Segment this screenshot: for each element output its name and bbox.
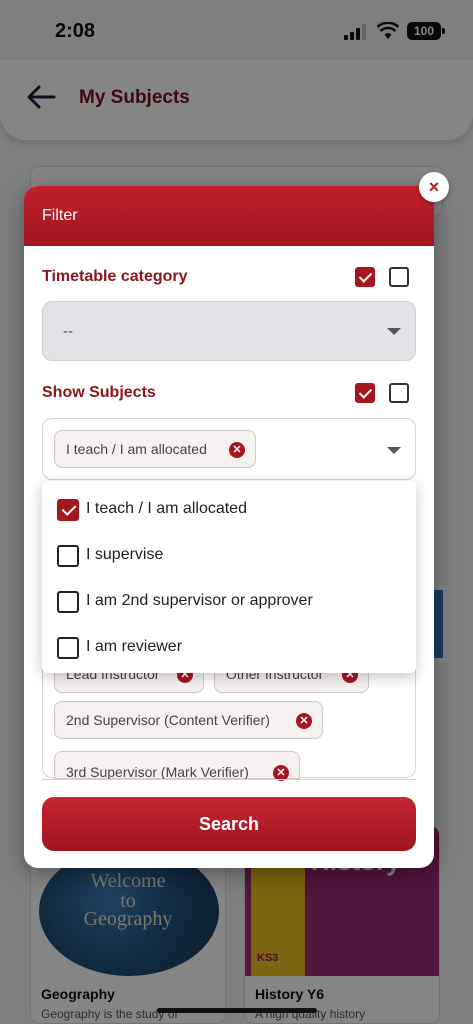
caret-down-icon <box>387 328 401 335</box>
show-subjects-select[interactable]: I teach / I am allocated ✕ <box>42 418 416 480</box>
modal-header: Filter <box>24 186 434 246</box>
remove-circle-icon[interactable]: ✕ <box>296 713 312 729</box>
option-label: I am 2nd supervisor or approver <box>86 592 313 609</box>
search-button[interactable]: Search <box>42 797 416 851</box>
role-chip-2nd-supervisor: 2nd Supervisor (Content Verifier) ✕ <box>54 701 323 739</box>
option-checkbox[interactable] <box>57 545 79 567</box>
menu-option-reviewer[interactable]: I am reviewer <box>42 622 416 668</box>
option-label: I supervise <box>86 546 164 563</box>
show-subjects-checkbox-2[interactable] <box>389 383 409 403</box>
show-subjects-label: Show Subjects <box>42 384 156 401</box>
chip-label: I teach / I am allocated <box>66 441 207 457</box>
close-icon[interactable]: × <box>419 172 449 202</box>
option-checkbox[interactable] <box>57 637 79 659</box>
remove-circle-icon[interactable]: ✕ <box>229 442 245 458</box>
modal-title: Filter <box>42 207 78 224</box>
option-label: I am reviewer <box>86 638 183 655</box>
selected-chip: I teach / I am allocated ✕ <box>54 430 256 468</box>
home-indicator <box>157 1008 317 1013</box>
option-checkbox[interactable] <box>57 591 79 613</box>
role-chip-3rd-supervisor: 3rd Supervisor (Mark Verifier) ✕ <box>54 751 300 781</box>
timetable-category-label: Timetable category <box>42 268 188 285</box>
option-label: I teach / I am allocated <box>86 500 247 517</box>
option-checkbox[interactable] <box>57 499 79 521</box>
menu-option-i-teach[interactable]: I teach / I am allocated <box>42 484 416 530</box>
timetable-checkbox-2[interactable] <box>389 267 409 287</box>
timetable-category-select[interactable]: -- <box>42 301 416 361</box>
show-subjects-checkbox-1[interactable] <box>355 383 375 403</box>
timetable-category-value: -- <box>63 323 73 340</box>
menu-option-i-supervise[interactable]: I supervise <box>42 530 416 576</box>
menu-option-2nd-supervisor[interactable]: I am 2nd supervisor or approver <box>42 576 416 622</box>
show-subjects-menu: I teach / I am allocated I supervise I a… <box>42 481 416 673</box>
caret-down-icon <box>387 447 401 454</box>
chips-area-bottom-edge <box>42 779 416 780</box>
timetable-checkbox-1[interactable] <box>355 267 375 287</box>
